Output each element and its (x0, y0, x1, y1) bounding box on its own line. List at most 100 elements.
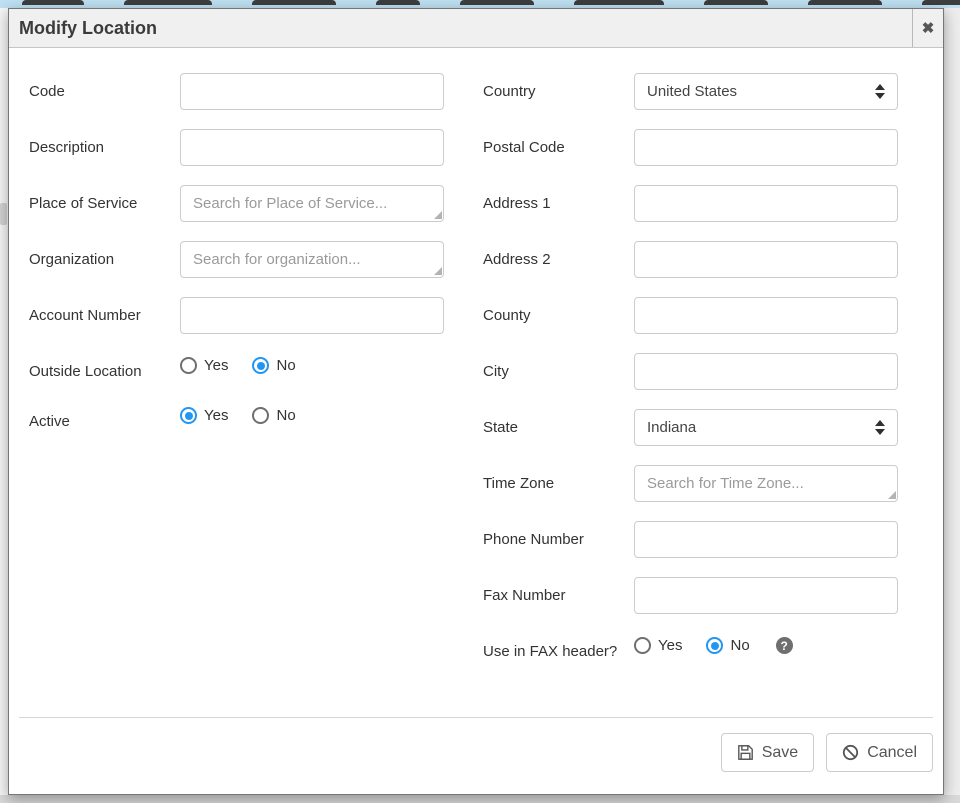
code-control (180, 73, 444, 110)
address-2-control (634, 241, 898, 278)
use-in-fax-header-radio-group: Yes No? (634, 633, 898, 654)
form-row: Time Zone (483, 465, 898, 502)
help-icon[interactable]: ? (776, 637, 793, 654)
form-row: Postal Code (483, 129, 898, 166)
radio-option-label: No (276, 407, 295, 424)
outside-location-radio-group: YesNo (180, 353, 444, 374)
state-control: Indiana (634, 409, 898, 446)
save-floppy-icon (737, 744, 754, 761)
fax-number-input[interactable] (634, 577, 898, 614)
state-selected-value: Indiana (647, 419, 875, 436)
time-zone-label: Time Zone (483, 465, 634, 502)
account-number-input[interactable] (180, 297, 444, 334)
background-tab-shape (808, 0, 882, 5)
place-of-service-search-input[interactable] (180, 185, 444, 222)
background-page-top-strip (0, 0, 960, 8)
chevron-updown-icon (875, 84, 885, 99)
dialog-footer: Save Cancel (19, 717, 933, 794)
background-tab-shape (252, 0, 336, 5)
background-tab-shape (704, 0, 768, 5)
fax-number-control (634, 577, 898, 614)
outside-location-option-yes: Yes (180, 357, 228, 374)
close-icon[interactable]: ✖ (912, 9, 943, 47)
form-row: Address 2 (483, 241, 898, 278)
address-2-label: Address 2 (483, 241, 634, 278)
form-row: Description (29, 129, 444, 166)
address-1-control (634, 185, 898, 222)
background-tab-shape (922, 0, 960, 5)
phone-number-control (634, 521, 898, 558)
form-row: Organization (29, 241, 444, 278)
active-option-yes: Yes (180, 407, 228, 424)
active-yes-radio[interactable] (180, 407, 197, 424)
dialog-title: Modify Location (9, 9, 912, 47)
background-page-right-strip (945, 8, 960, 803)
form-row: StateIndiana (483, 409, 898, 446)
place-of-service-control (180, 185, 444, 222)
active-no-radio[interactable] (252, 407, 269, 424)
outside-location-control: YesNo (180, 353, 444, 384)
county-label: County (483, 297, 634, 334)
form-row: Outside LocationYesNo (29, 353, 444, 384)
radio-option-label: Yes (204, 407, 228, 424)
resize-grip-icon (434, 267, 442, 275)
state-select[interactable]: Indiana (634, 409, 898, 446)
outside-location-yes-radio[interactable] (180, 357, 197, 374)
country-select[interactable]: United States (634, 73, 898, 110)
phone-number-input[interactable] (634, 521, 898, 558)
organization-label: Organization (29, 241, 180, 278)
address-1-input[interactable] (634, 185, 898, 222)
form-row: Account Number (29, 297, 444, 334)
radio-option-label: No (730, 637, 749, 654)
use-in-fax-header-yes-radio[interactable] (634, 637, 651, 654)
save-button-label: Save (762, 744, 798, 762)
background-page-bottom-strip (0, 795, 960, 803)
address-1-label: Address 1 (483, 185, 634, 222)
postal-code-input[interactable] (634, 129, 898, 166)
county-input[interactable] (634, 297, 898, 334)
form-row: Active Yes No (29, 403, 444, 434)
fax-number-label: Fax Number (483, 577, 634, 614)
organization-search-input[interactable] (180, 241, 444, 278)
account-number-control (180, 297, 444, 334)
postal-code-control (634, 129, 898, 166)
account-number-label: Account Number (29, 297, 180, 334)
city-label: City (483, 353, 634, 390)
outside-location-no-radio[interactable] (252, 357, 269, 374)
country-selected-value: United States (647, 83, 875, 100)
city-control (634, 353, 898, 390)
country-label: Country (483, 73, 634, 110)
resize-grip-icon (888, 491, 896, 499)
organization-control (180, 241, 444, 278)
use-in-fax-header-control: Yes No? (634, 633, 898, 664)
use-in-fax-header-label: Use in FAX header? (483, 633, 634, 664)
phone-number-label: Phone Number (483, 521, 634, 558)
background-tab-shape (124, 0, 212, 5)
cancel-button[interactable]: Cancel (826, 733, 933, 772)
radio-option-label: Yes (658, 637, 682, 654)
description-input[interactable] (180, 129, 444, 166)
form-column-left: CodeDescriptionPlace of ServiceOrganizat… (29, 73, 444, 453)
outside-location-label: Outside Location (29, 353, 180, 384)
active-label: Active (29, 403, 180, 434)
code-input[interactable] (180, 73, 444, 110)
modify-location-dialog: Modify Location ✖ CodeDescriptionPlace o… (8, 8, 944, 795)
form-row: Address 1 (483, 185, 898, 222)
form-row: Place of Service (29, 185, 444, 222)
city-input[interactable] (634, 353, 898, 390)
form-row: County (483, 297, 898, 334)
cancel-ban-icon (842, 744, 859, 761)
background-page-left-strip (0, 8, 8, 803)
place-of-service-label: Place of Service (29, 185, 180, 222)
address-2-input[interactable] (634, 241, 898, 278)
background-tab-shape (22, 0, 84, 5)
form-column-right: Country United States Postal Code Address 1… (483, 73, 898, 683)
use-in-fax-header-no-radio[interactable] (706, 637, 723, 654)
time-zone-search-input[interactable] (634, 465, 898, 502)
save-button[interactable]: Save (721, 733, 814, 772)
form-row: City (483, 353, 898, 390)
use-in-fax-header-option-no: No (706, 637, 749, 654)
time-zone-control (634, 465, 898, 502)
background-tab-shape (376, 0, 420, 5)
postal-code-label: Postal Code (483, 129, 634, 166)
